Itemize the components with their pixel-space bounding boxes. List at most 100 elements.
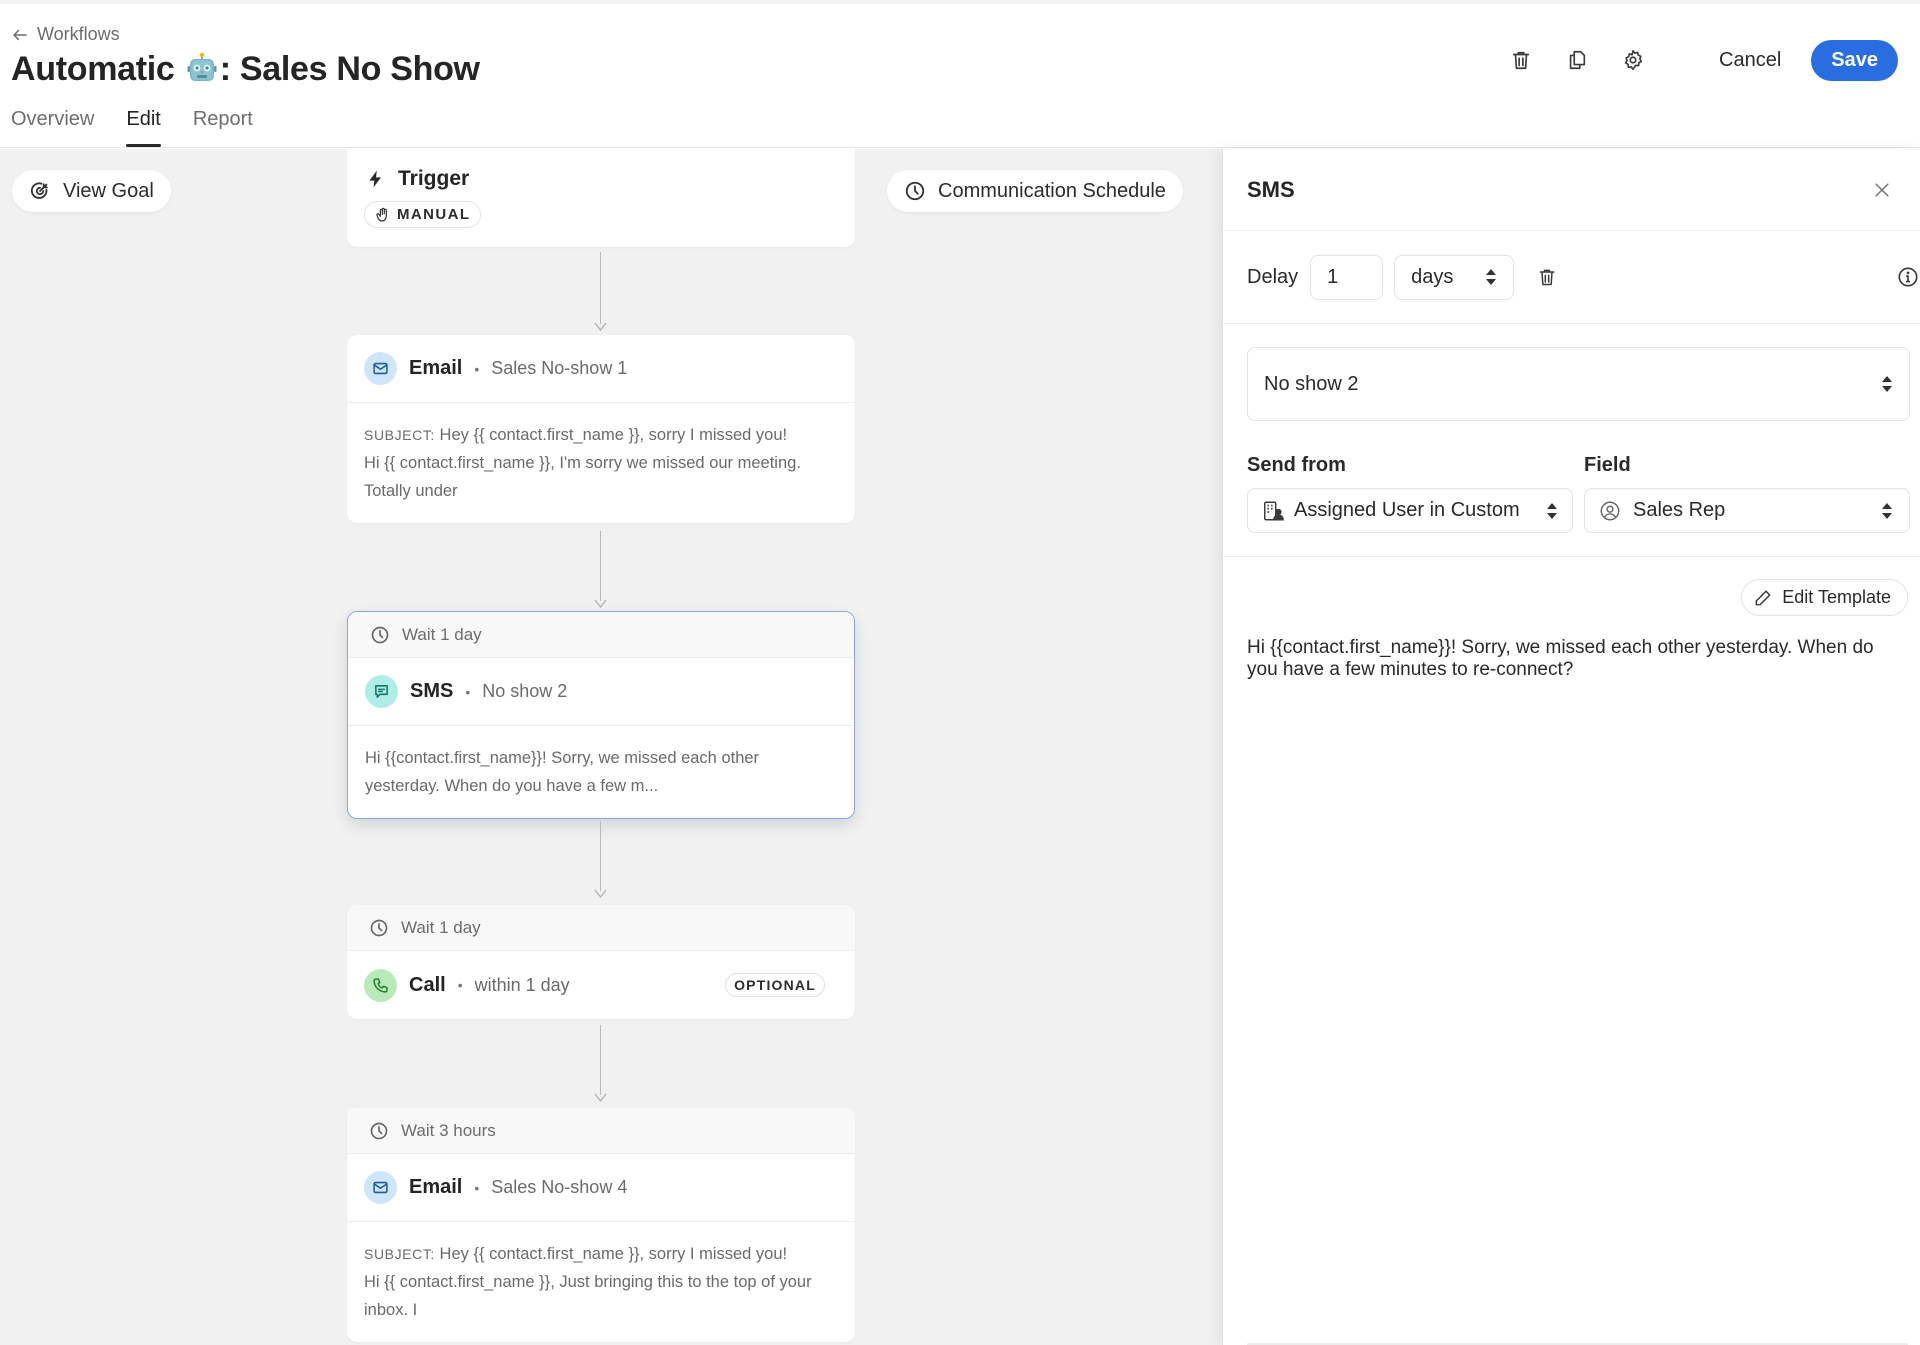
field-select[interactable]: Sales Rep — [1584, 488, 1910, 533]
step-header: Email • Sales No-show 4 — [347, 1154, 855, 1222]
step-name: No show 2 — [482, 681, 568, 701]
email-badge — [364, 352, 397, 385]
hand-icon — [376, 207, 387, 222]
step-header: Email • Sales No-show 1 — [347, 335, 855, 403]
edit-template-button[interactable]: Edit Template — [1741, 579, 1908, 616]
delay-row: Delay days — [1223, 231, 1920, 324]
arrow-left-icon — [13, 29, 27, 40]
wait-label: Wait 3 hours — [401, 1120, 496, 1140]
connector-arrow — [594, 252, 607, 331]
settings-button[interactable] — [1615, 42, 1651, 78]
delay-value-input[interactable] — [1310, 254, 1384, 300]
trash-icon — [1539, 269, 1555, 286]
target-icon — [30, 182, 48, 199]
tab-overview[interactable]: Overview — [11, 104, 94, 143]
breadcrumb-back-link[interactable]: Workflows — [11, 24, 120, 45]
delay-unit-value: days — [1411, 265, 1454, 288]
section-divider — [1223, 556, 1920, 557]
arrow-down-icon — [594, 1093, 607, 1102]
page-title: Automatic : Sales No Show — [11, 50, 480, 89]
close-icon — [1875, 182, 1889, 197]
tab-report[interactable]: Report — [193, 104, 253, 143]
send-from-value: Assigned User in Custom — [1294, 499, 1520, 521]
wait-label: Wait 1 day — [402, 624, 482, 644]
wait-row: Wait 1 day — [348, 612, 854, 658]
remove-delay-button[interactable] — [1537, 266, 1557, 288]
lightning-icon — [369, 170, 381, 188]
call-step-node[interactable]: Wait 1 day Call • within 1 day OPTIONAL — [347, 905, 855, 1019]
trigger-node[interactable]: Trigger MANUAL — [347, 149, 855, 247]
clock-icon — [905, 181, 925, 201]
email-step-node[interactable]: Wait 3 hours Email • Sales No-show 4 SUB… — [347, 1108, 855, 1342]
select-updown-icon — [1547, 502, 1557, 519]
header-actions: Cancel Save — [1503, 38, 1920, 82]
step-name: Sales No-show 1 — [491, 358, 628, 378]
trigger-title-text: Trigger — [398, 167, 470, 190]
arrow-down-icon — [594, 322, 607, 331]
top-border — [0, 0, 1920, 4]
select-updown-icon — [1882, 376, 1892, 392]
send-from-label: Send from — [1247, 454, 1346, 476]
cancel-button[interactable]: Cancel — [1705, 41, 1795, 80]
delay-info-button[interactable] — [1897, 266, 1919, 288]
select-updown-icon — [1882, 502, 1892, 519]
manual-chip-label: MANUAL — [397, 206, 471, 223]
separator-dot: • — [474, 360, 480, 377]
email-badge — [364, 1171, 397, 1204]
pencil-icon — [1755, 590, 1771, 605]
robot-emoji-icon — [187, 52, 217, 81]
arrow-down-icon — [594, 599, 607, 608]
call-badge — [364, 968, 397, 1002]
envelope-icon — [373, 362, 388, 375]
wait-row: Wait 3 hours — [347, 1108, 855, 1154]
tab-edit[interactable]: Edit — [126, 104, 162, 147]
wait-row: Wait 1 day — [347, 905, 855, 951]
connector-arrow — [594, 531, 607, 608]
subject-text: Hey {{ contact.first_name }}, sorry I mi… — [439, 426, 788, 444]
delay-label: Delay — [1247, 265, 1299, 288]
title-suffix: : Sales No Show — [219, 50, 480, 88]
sms-template-select[interactable]: No show 2 — [1247, 347, 1910, 421]
email-step-node[interactable]: Email • Sales No-show 1 SUBJECT: Hey {{ … — [347, 335, 855, 523]
field-value: Sales Rep — [1633, 499, 1726, 521]
sms-step-node[interactable]: Wait 1 day SMS • No show 2 Hi {{contact.… — [347, 611, 855, 819]
step-name: within 1 day — [474, 974, 570, 995]
send-from-select[interactable]: Assigned User in Custom — [1247, 488, 1573, 533]
communication-schedule-button[interactable]: Communication Schedule — [887, 170, 1183, 212]
subject-text: Hey {{ contact.first_name }}, sorry I mi… — [439, 1245, 788, 1263]
field-label: Field — [1584, 454, 1631, 476]
step-type: Email — [409, 1176, 463, 1198]
body-text: Hi {{ contact.first_name }}, Just bringi… — [364, 1273, 812, 1319]
info-icon — [1898, 267, 1918, 287]
title-prefix: Automatic — [11, 50, 175, 88]
wait-label: Wait 1 day — [401, 917, 481, 937]
step-header: Call • within 1 day OPTIONAL — [347, 951, 855, 1019]
separator-dot: • — [457, 977, 463, 993]
duplicate-workflow-button[interactable] — [1559, 42, 1595, 78]
body-text: Hi {{ contact.first_name }}, I'm sorry w… — [364, 454, 801, 500]
sms-message-preview: Hi {{contact.first_name}}! Sorry, we mis… — [1247, 637, 1874, 680]
tab-bar: Overview Edit Report — [11, 104, 285, 147]
trigger-title: Trigger — [347, 149, 855, 191]
view-goal-button[interactable]: View Goal — [12, 170, 171, 212]
panel-title: SMS — [1247, 176, 1295, 202]
body-text: Hi {{contact.first_name}}! Sorry, we mis… — [365, 749, 760, 795]
manual-trigger-chip: MANUAL — [364, 201, 482, 228]
clock-icon — [370, 919, 388, 936]
step-header: SMS • No show 2 — [348, 658, 854, 726]
gear-icon — [1624, 50, 1643, 70]
step-preview: SUBJECT: Hey {{ contact.first_name }}, s… — [347, 403, 855, 523]
view-goal-label: View Goal — [63, 179, 154, 202]
step-preview: Hi {{contact.first_name}}! Sorry, we mis… — [348, 726, 854, 818]
chat-bubble-icon — [375, 685, 388, 698]
user-circle-icon — [1600, 501, 1620, 520]
workflow-canvas[interactable]: View Goal Communication Schedule Trigger… — [0, 149, 1222, 1345]
separator-dot: • — [465, 683, 471, 700]
save-button[interactable]: Save — [1811, 39, 1898, 81]
step-preview: SUBJECT: Hey {{ contact.first_name }}, s… — [347, 1222, 855, 1342]
delay-unit-select[interactable]: days — [1394, 254, 1515, 300]
breadcrumb-label: Workflows — [37, 24, 120, 44]
close-panel-button[interactable] — [1868, 176, 1896, 204]
envelope-icon — [373, 1181, 388, 1194]
delete-workflow-button[interactable] — [1503, 42, 1539, 78]
